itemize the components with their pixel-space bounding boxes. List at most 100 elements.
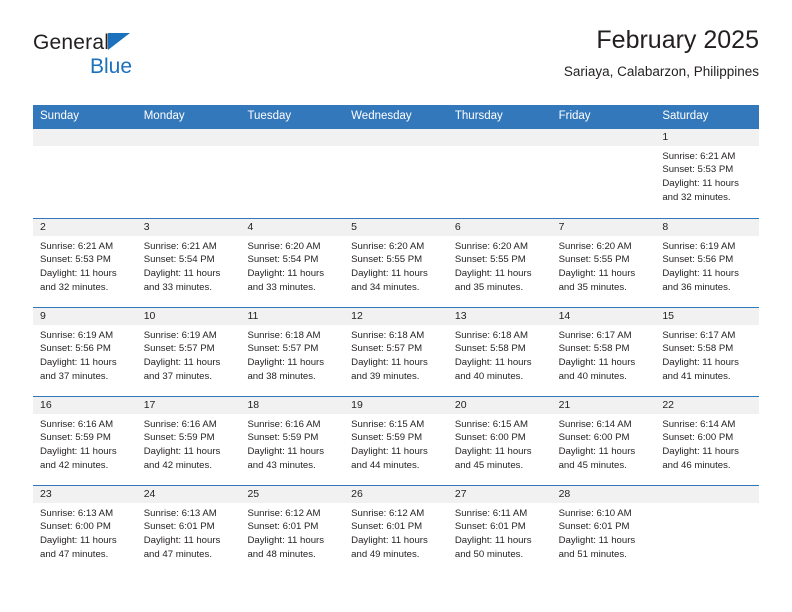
sunrise-text: Sunrise: 6:16 AM xyxy=(247,418,321,430)
sunrise-text: Sunrise: 6:18 AM xyxy=(454,329,528,341)
sunrise-text: Sunrise: 6:20 AM xyxy=(454,240,528,252)
sunset-text: Sunset: 6:01 PM xyxy=(247,521,319,533)
day-details: Sunrise: 6:12 AM Sunset: 6:01 PM Daylight:… xyxy=(344,503,448,561)
calendar-day-cell[interactable]: 21 Sunrise: 6:14 AM Sunset: 6:00 PM Dayligh… xyxy=(551,396,656,485)
calendar-day-cell[interactable]: 4 Sunrise: 6:20 AM Sunset: 5:54 PM Daylight… xyxy=(240,218,345,307)
calendar-day-cell[interactable]: 23 Sunrise: 6:13 AM Sunset: 6:00 PM Dayligh… xyxy=(33,485,137,574)
sunrise-text: Sunrise: 6:12 AM xyxy=(247,507,321,519)
day-details: Sunrise: 6:19 AM Sunset: 5:56 PM Daylight:… xyxy=(655,236,759,294)
daylight-text-line1: Daylight: 11 hours xyxy=(558,356,636,368)
brand-name-blue: Blue xyxy=(90,55,133,78)
day-number xyxy=(551,128,656,146)
daylight-text-line2: and 50 minutes. xyxy=(454,548,524,560)
calendar-day-cell[interactable]: 24 Sunrise: 6:13 AM Sunset: 6:01 PM Dayligh… xyxy=(136,485,241,574)
daylight-text-line1: Daylight: 11 hours xyxy=(454,356,532,368)
day-details: Sunrise: 6:17 AM Sunset: 5:58 PM Daylight:… xyxy=(552,325,656,383)
day-number: 13 xyxy=(447,307,552,325)
daylight-text-line2: and 37 minutes. xyxy=(143,370,212,382)
daylight-text-line2: and 39 minutes. xyxy=(351,370,420,382)
calendar-day-cell[interactable]: 7 Sunrise: 6:20 AM Sunset: 5:55 PM Daylight… xyxy=(551,218,656,307)
sunrise-text: Sunrise: 6:19 AM xyxy=(143,329,217,341)
calendar-day-cell[interactable]: 11 Sunrise: 6:18 AM Sunset: 5:57 PM Dayligh… xyxy=(240,307,345,396)
calendar-day-cell[interactable]: 10 Sunrise: 6:19 AM Sunset: 5:57 PM Dayligh… xyxy=(136,307,241,396)
calendar-day-cell[interactable]: 12 Sunrise: 6:18 AM Sunset: 5:57 PM Dayligh… xyxy=(344,307,448,396)
daylight-text-line2: and 42 minutes. xyxy=(143,459,212,471)
daylight-text-line1: Daylight: 11 hours xyxy=(662,445,739,457)
calendar-day-cell[interactable]: 27 Sunrise: 6:11 AM Sunset: 6:01 PM Dayligh… xyxy=(447,485,552,574)
calendar-day-cell[interactable]: 13 Sunrise: 6:18 AM Sunset: 5:58 PM Dayligh… xyxy=(447,307,552,396)
daylight-text-line1: Daylight: 11 hours xyxy=(454,445,532,457)
calendar-day-cell[interactable]: 28 Sunrise: 6:10 AM Sunset: 6:01 PM Dayligh… xyxy=(551,485,656,574)
sunset-text: Sunset: 5:57 PM xyxy=(247,343,319,355)
daylight-text-line2: and 47 minutes. xyxy=(143,548,212,560)
sunrise-text: Sunrise: 6:18 AM xyxy=(351,329,425,341)
day-number: 24 xyxy=(136,485,241,503)
daylight-text-line2: and 40 minutes. xyxy=(558,370,627,382)
sunset-text: Sunset: 5:57 PM xyxy=(143,343,215,355)
day-details: Sunrise: 6:16 AM Sunset: 5:59 PM Daylight:… xyxy=(137,414,241,472)
calendar-day-cell[interactable]: 25 Sunrise: 6:12 AM Sunset: 6:01 PM Dayligh… xyxy=(240,485,345,574)
day-number: 7 xyxy=(551,218,656,236)
day-details: Sunrise: 6:14 AM Sunset: 6:00 PM Daylight:… xyxy=(552,414,656,472)
daylight-text-line2: and 34 minutes. xyxy=(351,281,420,293)
calendar-day-cell[interactable]: 5 Sunrise: 6:20 AM Sunset: 5:55 PM Daylight… xyxy=(344,218,448,307)
calendar-day-cell[interactable]: 20 Sunrise: 6:15 AM Sunset: 6:00 PM Dayligh… xyxy=(447,396,552,485)
day-details: Sunrise: 6:19 AM Sunset: 5:56 PM Daylight:… xyxy=(33,325,137,383)
calendar-day-cell-empty xyxy=(136,128,241,218)
daylight-text-line1: Daylight: 11 hours xyxy=(143,445,221,457)
calendar-day-cell[interactable]: 6 Sunrise: 6:20 AM Sunset: 5:55 PM Daylight… xyxy=(447,218,552,307)
sunset-text: Sunset: 5:59 PM xyxy=(143,432,215,444)
calendar-week-row: 2 Sunrise: 6:21 AM Sunset: 5:53 PM Daylight… xyxy=(33,217,760,307)
calendar-day-cell[interactable]: 14 Sunrise: 6:17 AM Sunset: 5:58 PM Dayligh… xyxy=(551,307,656,396)
sunrise-text: Sunrise: 6:13 AM xyxy=(143,507,217,519)
calendar-day-cell[interactable]: 16 Sunrise: 6:16 AM Sunset: 5:59 PM Dayligh… xyxy=(33,396,137,485)
day-details: Sunrise: 6:18 AM Sunset: 5:57 PM Daylight:… xyxy=(344,325,448,383)
calendar-day-cell[interactable]: 17 Sunrise: 6:16 AM Sunset: 5:59 PM Dayligh… xyxy=(136,396,241,485)
sunrise-text: Sunrise: 6:17 AM xyxy=(558,329,632,341)
calendar-day-cell[interactable]: 15 Sunrise: 6:17 AM Sunset: 5:58 PM Dayligh… xyxy=(655,307,760,396)
daylight-text-line2: and 36 minutes. xyxy=(662,281,731,293)
calendar-day-cell[interactable]: 26 Sunrise: 6:12 AM Sunset: 6:01 PM Dayligh… xyxy=(344,485,448,574)
day-number xyxy=(33,128,137,146)
day-number xyxy=(240,128,345,146)
daylight-text-line2: and 40 minutes. xyxy=(454,370,524,382)
sunset-text: Sunset: 5:53 PM xyxy=(662,164,734,176)
calendar-day-cell-empty xyxy=(447,128,552,218)
sunrise-text: Sunrise: 6:20 AM xyxy=(558,240,632,252)
calendar-week-row: 23 Sunrise: 6:13 AM Sunset: 6:00 PM Dayligh… xyxy=(33,484,760,574)
weekday-header-sunday: Sunday xyxy=(40,110,80,122)
daylight-text-line2: and 43 minutes. xyxy=(247,459,316,471)
day-details: Sunrise: 6:10 AM Sunset: 6:01 PM Daylight:… xyxy=(552,503,656,561)
calendar-day-cell[interactable]: 9 Sunrise: 6:19 AM Sunset: 5:56 PM Daylight… xyxy=(33,307,137,396)
day-number: 25 xyxy=(240,485,345,503)
day-details: Sunrise: 6:18 AM Sunset: 5:57 PM Daylight:… xyxy=(240,325,344,383)
day-number xyxy=(344,128,448,146)
day-number: 4 xyxy=(240,218,345,236)
sunrise-text: Sunrise: 6:11 AM xyxy=(454,507,528,519)
day-details: Sunrise: 6:21 AM Sunset: 5:54 PM Daylight:… xyxy=(137,236,241,294)
sunrise-text: Sunrise: 6:14 AM xyxy=(558,418,632,430)
daylight-text-line2: and 47 minutes. xyxy=(40,548,109,560)
calendar-day-cell[interactable]: 3 Sunrise: 6:21 AM Sunset: 5:54 PM Daylight… xyxy=(136,218,241,307)
day-number: 10 xyxy=(136,307,241,325)
calendar-day-cell[interactable]: 22 Sunrise: 6:14 AM Sunset: 6:00 PM Dayligh… xyxy=(655,396,760,485)
sunset-text: Sunset: 6:01 PM xyxy=(454,521,526,533)
page-subtitle: Sariaya, Calabarzon, Philippines xyxy=(563,63,759,79)
calendar-day-cell[interactable]: 2 Sunrise: 6:21 AM Sunset: 5:53 PM Daylight… xyxy=(33,218,137,307)
sunset-text: Sunset: 5:59 PM xyxy=(247,432,319,444)
calendar-day-cell[interactable]: 1 Sunrise: 6:21 AM Sunset: 5:53 PM Daylight… xyxy=(655,128,760,218)
calendar-day-cell[interactable]: 19 Sunrise: 6:15 AM Sunset: 5:59 PM Dayligh… xyxy=(344,396,448,485)
brand-logo[interactable]: General Blue xyxy=(33,32,263,92)
daylight-text-line2: and 33 minutes. xyxy=(143,281,212,293)
day-number: 26 xyxy=(344,485,448,503)
triangle-icon xyxy=(108,33,131,50)
day-number xyxy=(136,128,241,146)
sunset-text: Sunset: 5:58 PM xyxy=(558,343,630,355)
calendar-day-cell-empty xyxy=(551,128,656,218)
calendar-day-cell[interactable]: 8 Sunrise: 6:19 AM Sunset: 5:56 PM Daylight… xyxy=(655,218,760,307)
calendar-day-cell[interactable]: 18 Sunrise: 6:16 AM Sunset: 5:59 PM Dayligh… xyxy=(240,396,345,485)
calendar-day-cell-empty xyxy=(344,128,448,218)
daylight-text-line1: Daylight: 11 hours xyxy=(40,267,117,279)
day-details: Sunrise: 6:20 AM Sunset: 5:54 PM Daylight:… xyxy=(240,236,344,294)
day-number: 8 xyxy=(655,218,760,236)
